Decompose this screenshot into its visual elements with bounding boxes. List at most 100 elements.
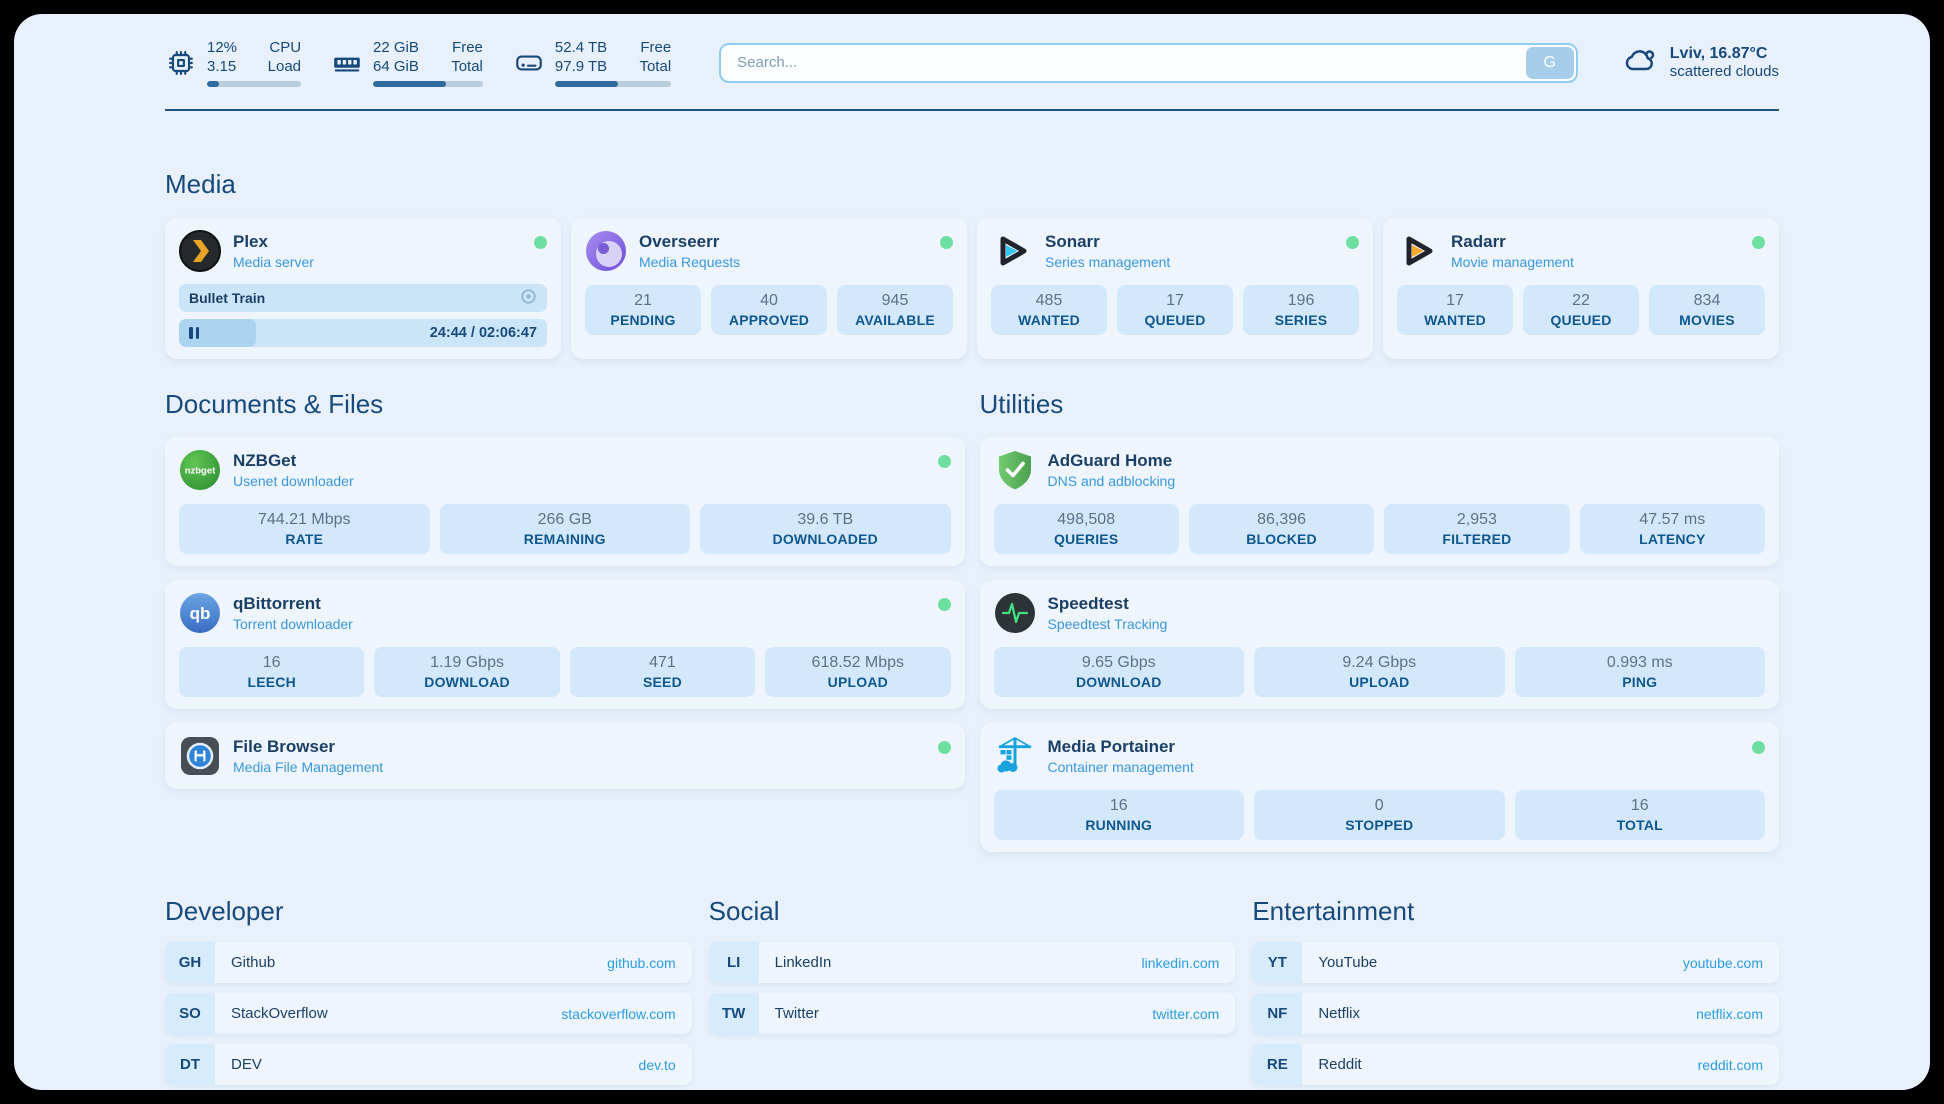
stat-queries: 498,508 QUERIES xyxy=(994,504,1179,554)
cpu-values: 12% 3.15 xyxy=(207,38,237,76)
stat-filtered: 2,953 FILTERED xyxy=(1384,504,1569,554)
entertainment-section-title: Entertainment xyxy=(1252,896,1779,927)
stat-upload: 618.52 Mbps UPLOAD xyxy=(765,647,950,697)
link-abbr-badge: TW xyxy=(709,993,759,1034)
cpu-progress-bar xyxy=(207,81,301,87)
search-go-button[interactable]: G xyxy=(1526,47,1574,79)
link-twitter[interactable]: TW Twitter twitter.com xyxy=(709,993,1236,1034)
stat-downloaded: 39.6 TB DOWNLOADED xyxy=(700,504,951,554)
topbar-divider xyxy=(165,109,1779,111)
adguard-card[interactable]: AdGuard Home DNS and adblocking 498,508 … xyxy=(980,437,1780,566)
link-youtube[interactable]: YT YouTube youtube.com xyxy=(1252,942,1779,983)
top-bar: 12% 3.15 CPU Load xyxy=(165,38,1779,87)
app-subtitle: Series management xyxy=(1045,254,1334,270)
search-input[interactable] xyxy=(719,43,1578,83)
nzbget-card[interactable]: nzbget NZBGet Usenet downloader 744.21 M… xyxy=(165,437,965,566)
social-section-title: Social xyxy=(709,896,1236,927)
stat-available: 945 AVAILABLE xyxy=(837,285,953,335)
search-bar: G xyxy=(719,43,1578,83)
app-name: Plex xyxy=(233,232,522,252)
pause-icon[interactable] xyxy=(189,327,199,339)
system-monitors: 12% 3.15 CPU Load xyxy=(165,38,671,87)
status-dot xyxy=(1752,741,1765,754)
ram-monitor: 22 GiB 64 GiB Free Total xyxy=(331,38,483,87)
link-url[interactable]: netflix.com xyxy=(1696,1006,1763,1022)
speedtest-card[interactable]: Speedtest Speedtest Tracking 9.65 Gbps D… xyxy=(980,580,1780,709)
link-dev[interactable]: DT DEV dev.to xyxy=(165,1044,692,1085)
link-url[interactable]: twitter.com xyxy=(1152,1006,1219,1022)
link-label: Netflix xyxy=(1318,1005,1696,1022)
link-linkedin[interactable]: LI LinkedIn linkedin.com xyxy=(709,942,1236,983)
svg-text:qb: qb xyxy=(190,604,211,623)
link-url[interactable]: stackoverflow.com xyxy=(561,1006,675,1022)
stat-stopped: 0 STOPPED xyxy=(1254,790,1505,840)
stat-rate: 744.21 Mbps RATE xyxy=(179,504,430,554)
playback-progress-bar[interactable]: 24:44 / 02:06:47 xyxy=(179,319,547,347)
media-section-title: Media xyxy=(165,169,1779,200)
ram-labels: Free Total xyxy=(437,38,483,76)
link-stackoverflow[interactable]: SO StackOverflow stackoverflow.com xyxy=(165,993,692,1034)
sonarr-card[interactable]: Sonarr Series management 485 WANTED 17 Q… xyxy=(977,218,1373,359)
overseerr-card[interactable]: Overseerr Media Requests 21 PENDING 40 A… xyxy=(571,218,967,359)
app-name: File Browser xyxy=(233,737,926,757)
link-netflix[interactable]: NF Netflix netflix.com xyxy=(1252,993,1779,1034)
qbittorrent-card[interactable]: qb qBittorrent Torrent downloader 16 LEE… xyxy=(165,580,965,709)
app-name: Overseerr xyxy=(639,232,928,252)
status-dot xyxy=(938,598,951,611)
stat-leech: 16 LEECH xyxy=(179,647,364,697)
app-name: Media Portainer xyxy=(1048,737,1741,757)
utilities-section-title: Utilities xyxy=(980,389,1780,420)
sonarr-icon xyxy=(991,230,1033,272)
stat-latency: 47.57 ms LATENCY xyxy=(1580,504,1765,554)
adguard-icon xyxy=(994,449,1036,491)
ram-icon xyxy=(331,47,363,79)
app-name: Radarr xyxy=(1451,232,1740,252)
cpu-icon xyxy=(165,47,197,79)
link-label: Reddit xyxy=(1318,1056,1697,1073)
app-subtitle: DNS and adblocking xyxy=(1048,473,1766,489)
filebrowser-card[interactable]: File Browser Media File Management xyxy=(165,723,965,789)
stat-upload: 9.24 Gbps UPLOAD xyxy=(1254,647,1505,697)
social-section: Social LI LinkedIn linkedin.com TW Twitt… xyxy=(709,896,1236,1090)
now-playing-row: Bullet Train xyxy=(179,284,547,312)
stat-series: 196 SERIES xyxy=(1243,285,1359,335)
plex-card[interactable]: Plex Media server Bullet Train xyxy=(165,218,561,359)
link-abbr-badge: YT xyxy=(1252,942,1302,983)
link-url[interactable]: reddit.com xyxy=(1698,1057,1763,1073)
portainer-card[interactable]: Media Portainer Container management 16 … xyxy=(980,723,1780,852)
weather-widget: Lviv, 16.87°C scattered clouds xyxy=(1620,41,1779,84)
app-name: Sonarr xyxy=(1045,232,1334,252)
filebrowser-icon xyxy=(179,735,221,777)
app-subtitle: Media Requests xyxy=(639,254,928,270)
app-subtitle: Media File Management xyxy=(233,759,926,775)
cpu-monitor: 12% 3.15 CPU Load xyxy=(165,38,301,87)
qbittorrent-icon: qb xyxy=(179,592,221,634)
link-url[interactable]: github.com xyxy=(607,955,675,971)
link-abbr-badge: RE xyxy=(1252,1044,1302,1085)
radarr-card[interactable]: Radarr Movie management 17 WANTED 22 QUE… xyxy=(1383,218,1779,359)
disk-labels: Free Total xyxy=(625,38,671,76)
stat-seed: 471 SEED xyxy=(570,647,755,697)
stat-wanted: 485 WANTED xyxy=(991,285,1107,335)
link-label: LinkedIn xyxy=(775,954,1142,971)
circle-dot-icon[interactable] xyxy=(520,288,537,308)
app-subtitle: Media server xyxy=(233,254,522,270)
link-label: Twitter xyxy=(775,1005,1153,1022)
link-url[interactable]: youtube.com xyxy=(1683,955,1763,971)
stat-download: 1.19 Gbps DOWNLOAD xyxy=(374,647,559,697)
link-url[interactable]: dev.to xyxy=(639,1057,676,1073)
entertainment-section: Entertainment YT YouTube youtube.com NF … xyxy=(1252,896,1779,1090)
app-subtitle: Movie management xyxy=(1451,254,1740,270)
link-abbr-badge: GH xyxy=(165,942,215,983)
playback-time: 24:44 / 02:06:47 xyxy=(430,325,537,341)
cloud-icon xyxy=(1620,41,1658,84)
app-subtitle: Torrent downloader xyxy=(233,616,926,632)
utilities-section: Utilities xyxy=(980,389,1780,866)
link-github[interactable]: GH Github github.com xyxy=(165,942,692,983)
link-url[interactable]: linkedin.com xyxy=(1142,955,1220,971)
link-abbr-badge: SO xyxy=(165,993,215,1034)
link-reddit[interactable]: RE Reddit reddit.com xyxy=(1252,1044,1779,1085)
now-playing-title: Bullet Train xyxy=(189,290,265,306)
app-name: AdGuard Home xyxy=(1048,451,1766,471)
link-abbr-badge: NF xyxy=(1252,993,1302,1034)
